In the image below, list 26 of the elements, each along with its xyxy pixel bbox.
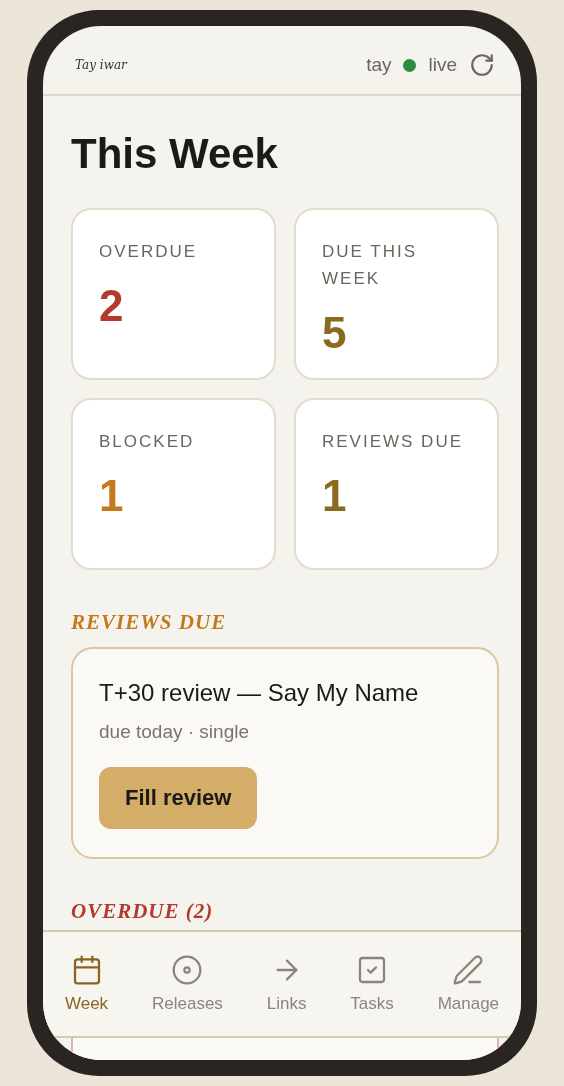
stat-label: DUE THIS WEEK [322, 241, 419, 290]
nav-tab[interactable]: Manage [431, 953, 506, 1015]
stat-label: OVERDUE [99, 241, 199, 263]
stat-label: REVIEWS DUE [322, 431, 465, 453]
user-name: tay [366, 54, 392, 76]
section-heading: REVIEWS DUE [71, 610, 228, 635]
review-meta: due today · single [99, 721, 249, 743]
stat-label: BLOCKED [99, 431, 196, 453]
refresh-icon[interactable] [469, 52, 495, 78]
disc-icon [171, 954, 204, 986]
signature-logo: Tay iwar [75, 58, 127, 72]
page-title: This Week [71, 130, 279, 178]
nav-tab[interactable]: Week [58, 953, 115, 1015]
pen-icon [452, 954, 485, 986]
stat-value: 5 [322, 308, 348, 358]
checkbox-icon [356, 954, 388, 986]
nav-tab[interactable]: Tasks [344, 953, 400, 1015]
review-title: T+30 review — Say My Name [99, 679, 419, 707]
status-label: live [428, 54, 457, 76]
nav-tab[interactable]: Links [260, 953, 313, 1015]
stat-value: 1 [322, 471, 348, 521]
fill-review-button[interactable]: Fill review [99, 767, 258, 829]
section-heading: OVERDUE (2) [71, 899, 215, 924]
nav-tab[interactable]: Releases [145, 953, 229, 1015]
stat-value: 1 [99, 471, 125, 521]
stat-value: 2 [99, 281, 125, 331]
